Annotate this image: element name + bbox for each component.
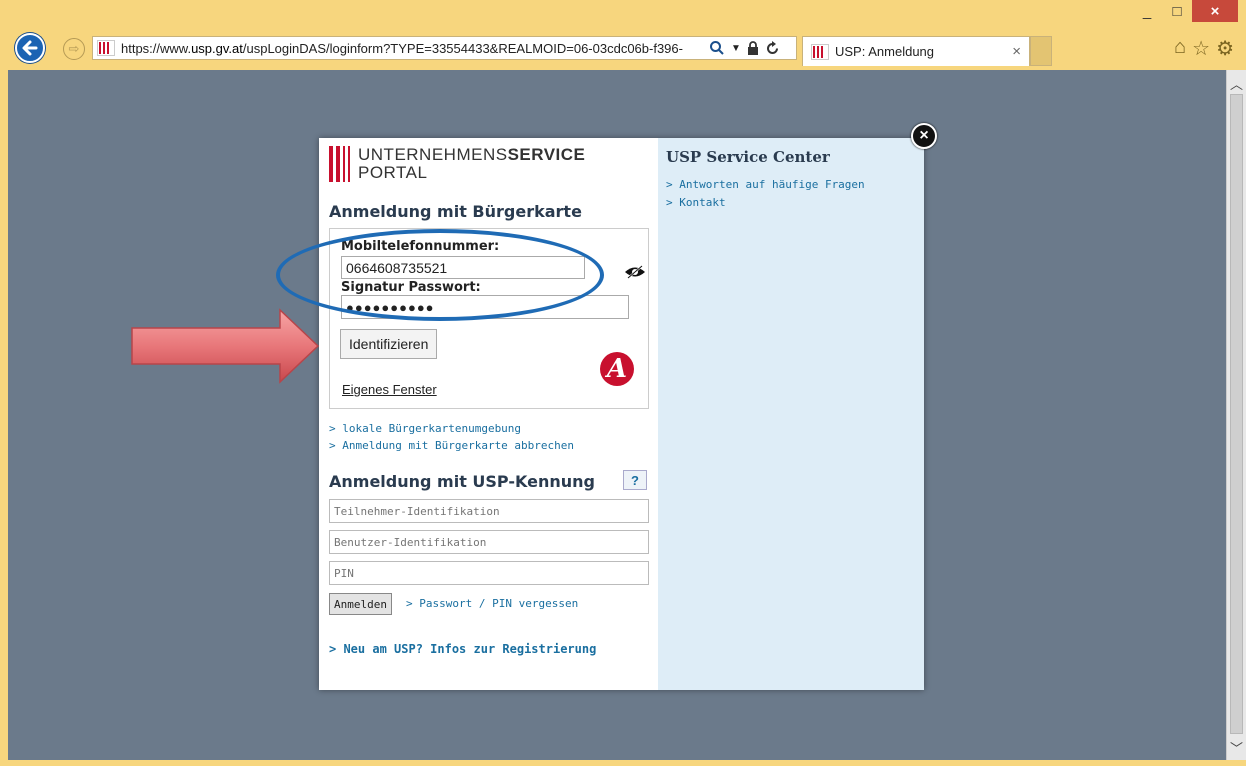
buergerkarte-heading: Anmeldung mit Bürgerkarte <box>329 202 582 221</box>
vertical-scrollbar[interactable]: ︿ ﹀ <box>1226 70 1246 760</box>
back-button[interactable] <box>15 33 45 63</box>
user-id-input[interactable] <box>329 530 649 554</box>
login-button[interactable]: Anmelden <box>329 593 392 615</box>
settings-gear-icon[interactable]: ⚙ <box>1216 36 1234 61</box>
participant-id-input[interactable] <box>329 499 649 523</box>
toolbar-right: ⌂ ☆ ⚙ <box>1174 36 1234 61</box>
tab-close-icon[interactable]: × <box>1012 43 1021 60</box>
pin-input[interactable] <box>329 561 649 585</box>
address-bar[interactable]: https://www.usp.gv.at/uspLoginDAS/loginf… <box>92 36 797 60</box>
window-close-button[interactable]: × <box>1192 0 1238 22</box>
tab-title: USP: Anmeldung <box>835 44 935 59</box>
tab-usp-favicon-icon <box>811 43 829 60</box>
url-prefix: https://www. <box>121 40 192 56</box>
a-trust-logo-icon: A <box>600 352 634 386</box>
identify-button[interactable]: Identifizieren <box>340 329 438 359</box>
own-window-link[interactable]: Eigenes Fenster <box>342 382 437 397</box>
service-center-panel: USP Service Center > Antworten auf häufi… <box>658 138 924 690</box>
forward-button[interactable]: ⇨ <box>63 38 85 60</box>
help-button[interactable]: ? <box>623 470 647 490</box>
register-link[interactable]: > Neu am USP? Infos zur Registrierung <box>329 642 596 656</box>
faq-link[interactable]: > Antworten auf häufige Fragen <box>666 176 916 194</box>
scroll-up-icon[interactable]: ︿ <box>1230 74 1243 93</box>
hide-password-eye-icon[interactable] <box>624 265 646 279</box>
refresh-icon[interactable] <box>765 40 780 56</box>
url-path: /uspLoginDAS/loginform?TYPE=33554433&REA… <box>242 40 683 56</box>
url-domain: usp.gv.at <box>191 40 243 56</box>
new-tab-button[interactable] <box>1030 36 1052 66</box>
lock-icon[interactable] <box>747 41 759 55</box>
home-icon[interactable]: ⌂ <box>1174 36 1186 61</box>
forgot-password-link[interactable]: > Passwort / PIN vergessen <box>406 597 578 610</box>
arrow-right-icon: ⇨ <box>68 41 80 56</box>
dropdown-icon[interactable]: ▼ <box>731 43 741 54</box>
favorites-star-icon[interactable]: ☆ <box>1192 36 1210 61</box>
annotation-ellipse <box>276 229 604 321</box>
annotation-arrow-icon <box>131 308 320 384</box>
browser-tab[interactable]: USP: Anmeldung × <box>802 36 1030 66</box>
browser-chrome: _ □ × ⇨ https://www.usp.gv.at/uspLoginDA… <box>0 0 1246 70</box>
local-env-link[interactable]: > lokale Bürgerkartenumgebung <box>329 422 521 435</box>
scrollbar-thumb[interactable] <box>1230 94 1243 734</box>
cancel-buergerkarte-link[interactable]: > Anmeldung mit Bürgerkarte abbrechen <box>329 439 574 452</box>
arrow-left-icon <box>22 40 38 56</box>
usp-login-heading: Anmeldung mit USP-Kennung <box>329 472 595 491</box>
usp-logo: UNTERNEHMENSSERVICE PORTAL <box>329 146 585 182</box>
contact-link[interactable]: > Kontakt <box>666 194 916 212</box>
window-bottom-border <box>0 760 1246 766</box>
usp-logo-bars-icon <box>329 146 350 182</box>
service-center-title: USP Service Center <box>666 148 830 166</box>
url-text[interactable]: https://www.usp.gv.at/uspLoginDAS/loginf… <box>121 41 703 56</box>
modal-close-icon[interactable]: × <box>911 123 937 149</box>
maximize-button[interactable]: □ <box>1162 0 1192 22</box>
scroll-down-icon[interactable]: ﹀ <box>1230 738 1243 757</box>
search-icon[interactable] <box>709 40 725 56</box>
login-modal: UNTERNEHMENSSERVICE PORTAL Anmeldung mit… <box>319 138 924 690</box>
usp-favicon-icon <box>97 40 115 56</box>
usp-logo-text: UNTERNEHMENSSERVICE PORTAL <box>358 145 586 182</box>
minimize-button[interactable]: _ <box>1132 0 1162 22</box>
window-controls: _ □ × <box>1132 0 1238 22</box>
